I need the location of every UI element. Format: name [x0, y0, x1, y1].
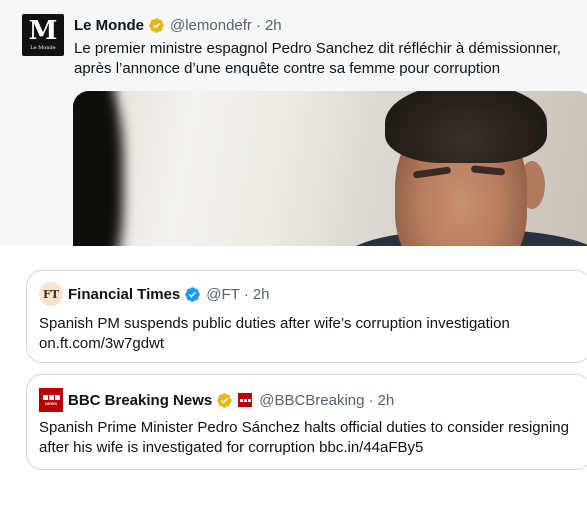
lemonde-tweet-photo[interactable]: [73, 91, 587, 246]
lemonde-name[interactable]: Le Monde: [74, 17, 144, 34]
bbc-tweet-card[interactable]: NEWS BBC Breaking News @BBCBreaking · 2h…: [26, 374, 587, 470]
lemonde-tweet-text: Le premier ministre espagnol Pedro Sanch…: [74, 40, 561, 77]
ft-name[interactable]: Financial Times: [68, 286, 180, 303]
bbc-timestamp[interactable]: 2h: [378, 392, 395, 409]
bbc-name[interactable]: BBC Breaking News: [68, 392, 212, 409]
separator-dot: ·: [368, 391, 374, 409]
bbc-header: NEWS BBC Breaking News @BBCBreaking · 2h: [39, 388, 395, 412]
lemonde-timestamp[interactable]: 2h: [265, 17, 282, 34]
ft-tweet-text: Spanish PM suspends public duties after …: [39, 315, 510, 352]
lemonde-tweet[interactable]: M Le Monde Le Monde @lemondefr · 2h Le p…: [0, 0, 587, 246]
lemonde-header: Le Monde @lemondefr · 2h: [74, 14, 282, 36]
bbc-tweet-text: Spanish Prime Minister Pedro Sánchez hal…: [39, 419, 569, 456]
ft-avatar[interactable]: FT: [39, 282, 63, 306]
bbc-avatar[interactable]: NEWS: [39, 388, 63, 412]
verified-gold-icon: [217, 392, 232, 408]
ft-header: FT Financial Times @FT · 2h: [39, 282, 270, 306]
separator-dot: ·: [255, 16, 261, 34]
lemonde-handle[interactable]: @lemondefr: [170, 17, 252, 34]
lemonde-logo-letter: M: [28, 16, 58, 46]
verified-blue-icon: [185, 286, 201, 302]
lemonde-logo-caption: Le Monde: [30, 45, 56, 51]
ft-timestamp[interactable]: 2h: [253, 286, 270, 303]
ft-handle[interactable]: @FT: [206, 286, 240, 303]
bbc-avatar-label: NEWS: [45, 400, 57, 406]
verified-gold-icon: [149, 17, 164, 33]
bbc-affiliate-icon: [238, 393, 253, 407]
lemonde-avatar[interactable]: M Le Monde: [22, 14, 64, 56]
bbc-handle[interactable]: @BBCBreaking: [259, 392, 364, 409]
ft-tweet-card[interactable]: FT Financial Times @FT · 2h Spanish PM s…: [26, 270, 587, 363]
separator-dot: ·: [243, 285, 249, 303]
